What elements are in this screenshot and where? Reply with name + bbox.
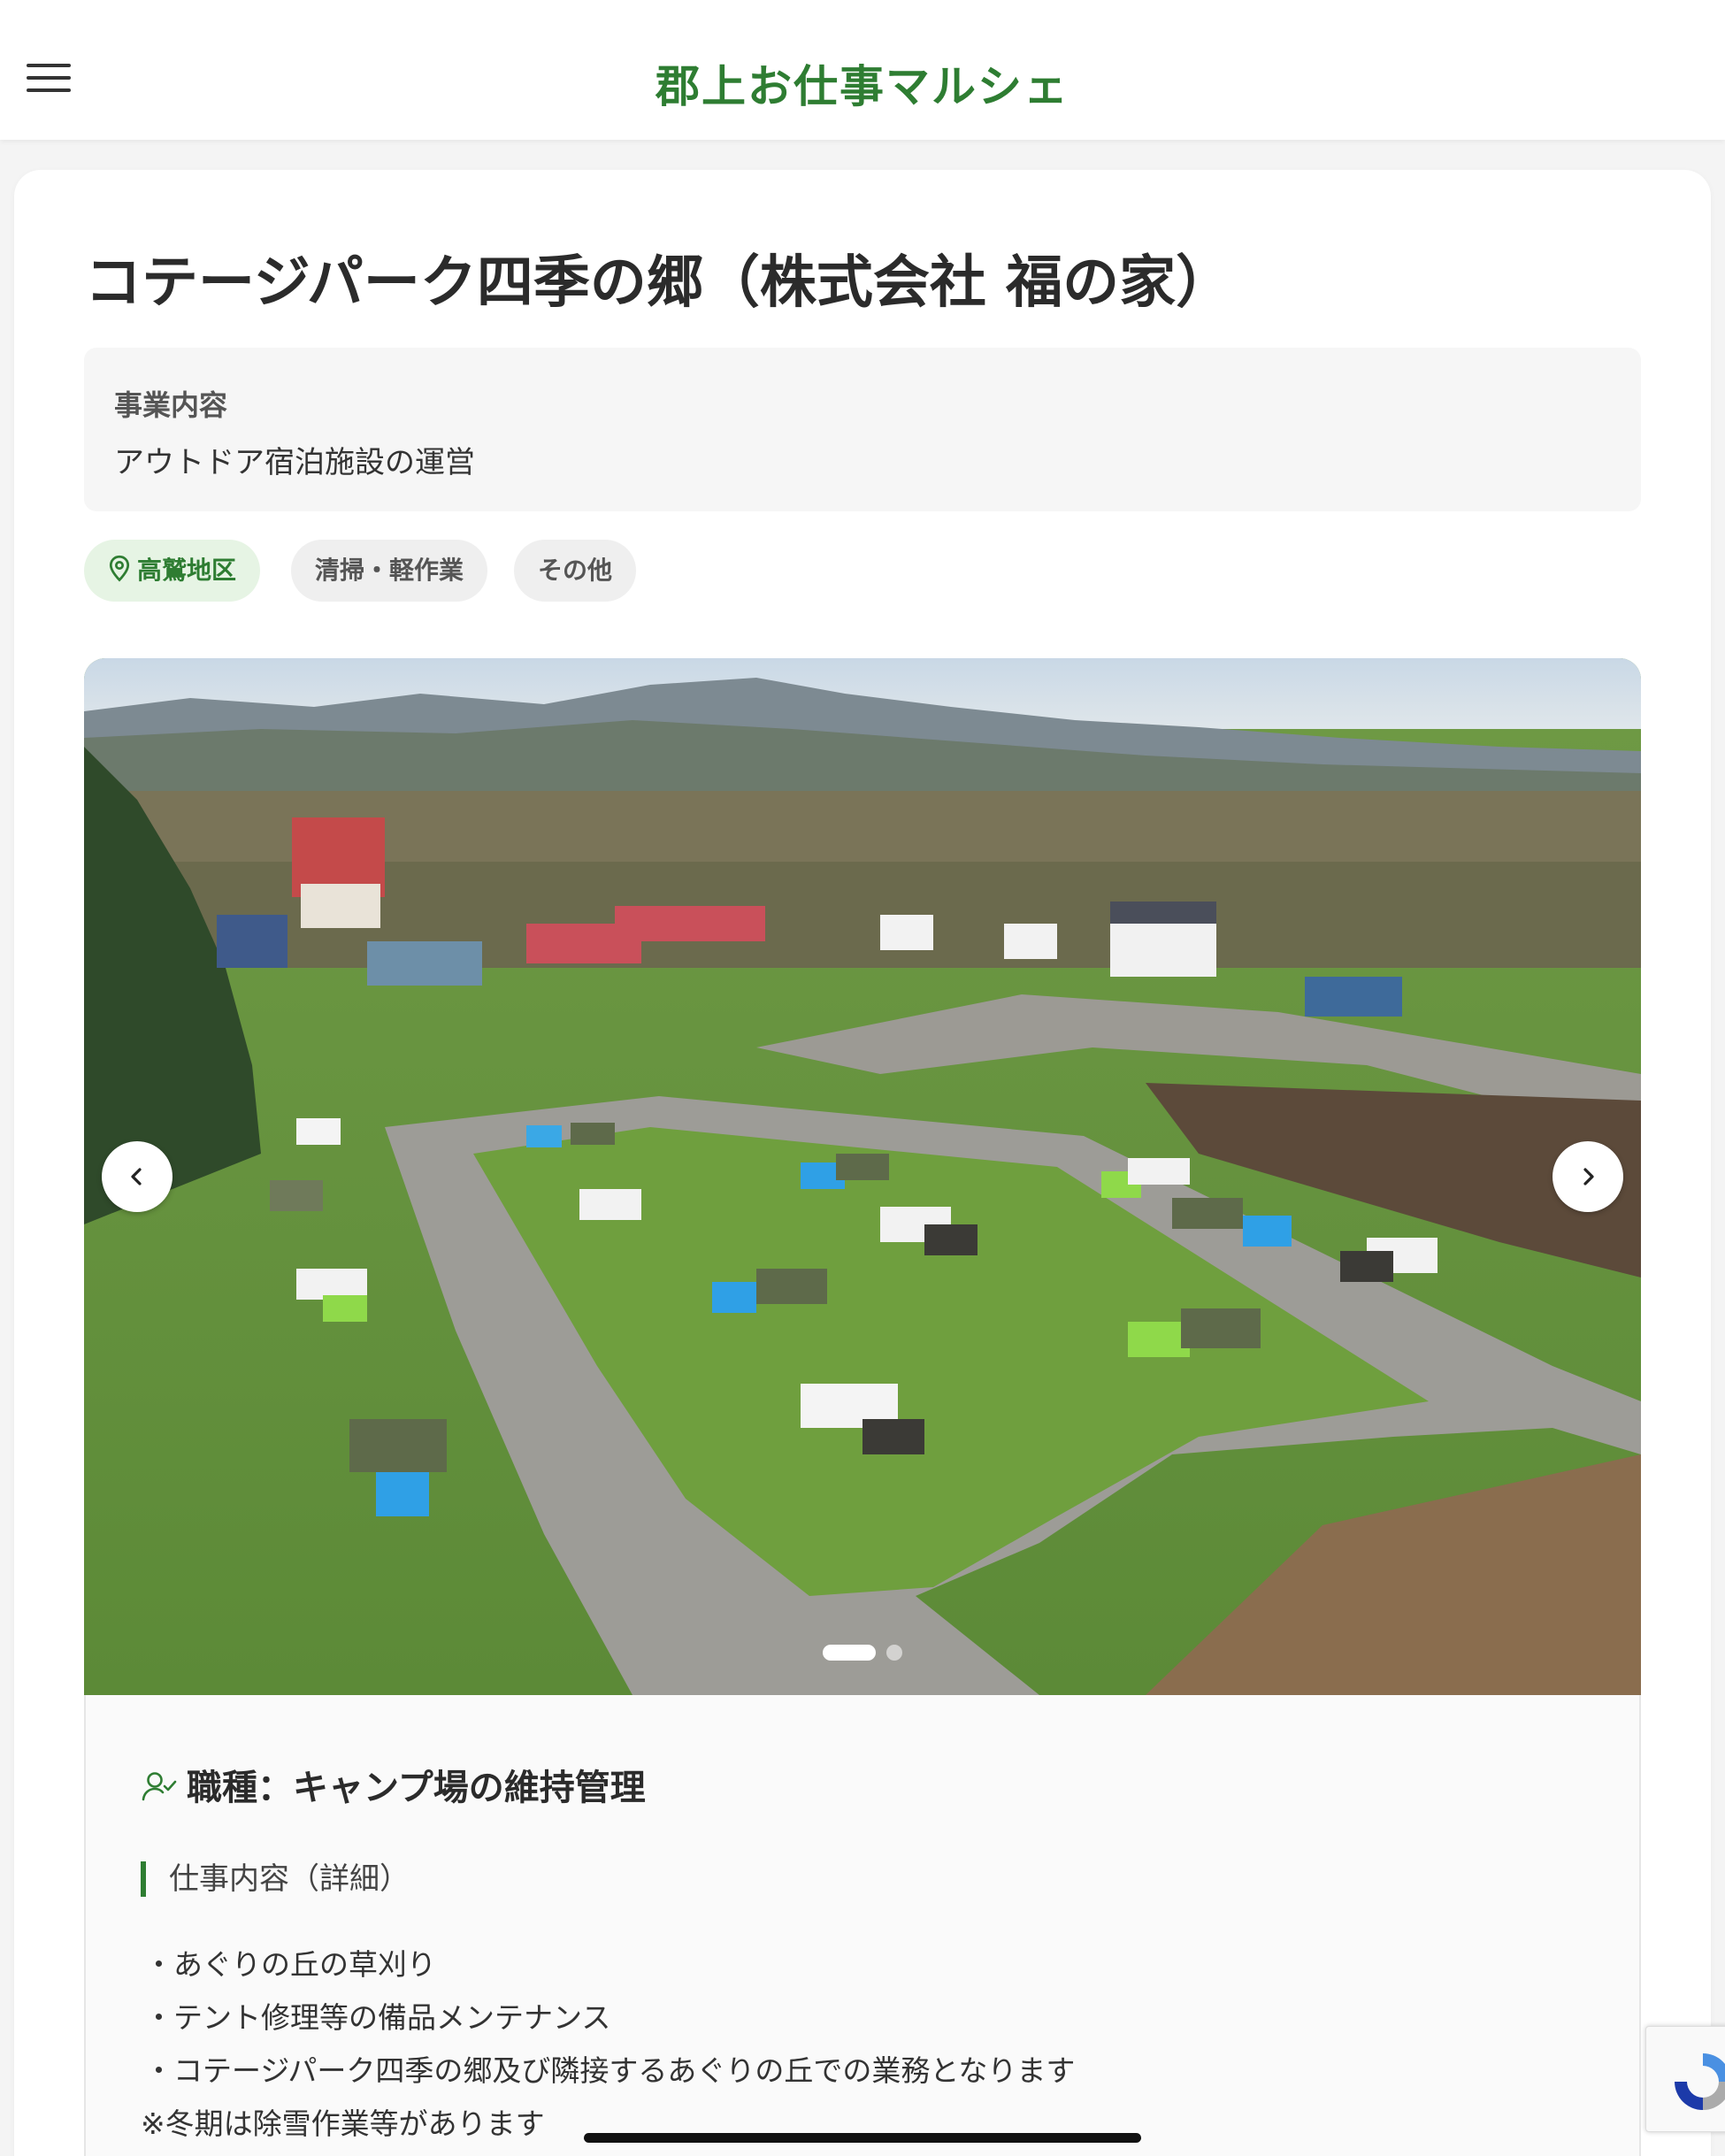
photo-carousel[interactable] [84,658,1641,1695]
location-tag-label: 高鷲地区 [137,556,237,585]
business-value: アウトドア宿泊施設の運営 [114,445,475,480]
duty-item: ・テント修理等の備品メンテナンス [144,2000,611,2035]
winter-note: ※冬期は除雪作業等があります [141,2106,545,2141]
app-title[interactable]: 郡上お仕事マルシェ [0,51,1725,115]
business-info-box: 事業内容 アウトドア宿泊施設の運営 [84,348,1641,511]
recaptcha-badge[interactable] [1645,2026,1725,2132]
other-tag-label: その他 [538,556,613,585]
job-title-text: 職種：キャンプ場の維持管理 [187,1768,646,1808]
home-indicator [584,2133,1141,2143]
map-pin-icon [109,555,130,582]
other-tag[interactable]: その他 [514,540,637,602]
chevron-left-icon [131,1168,142,1185]
duty-item: ・あぐりの丘の草刈り [144,1947,436,1982]
business-label: 事業内容 [114,388,228,422]
company-name: コテージパーク四季の郷（株式会社 福の家） [85,250,1233,316]
carousel-next-button[interactable] [1552,1141,1623,1212]
carousel-prev-button[interactable] [102,1141,172,1212]
work-detail-heading: 仕事内容（詳細） [141,1861,410,1897]
person-check-icon [142,1772,177,1801]
campsite-aerial-photo [84,658,1641,1695]
category-tag[interactable]: 清掃・軽作業 [291,540,488,602]
carousel-dot[interactable] [886,1644,902,1661]
carousel-dot-active[interactable] [823,1644,876,1661]
carousel-pagination [84,1643,1641,1661]
recaptcha-icon [1675,2053,1725,2110]
job-detail-section: 職種：キャンプ場の維持管理 仕事内容（詳細） ・あぐりの丘の草刈り ・テント修理… [84,1695,1641,2156]
category-tag-label: 清掃・軽作業 [315,556,464,585]
job-title: 職種：キャンプ場の維持管理 [141,1759,646,1810]
duty-item: ・コテージパーク四季の郷及び隣接するあぐりの丘での業務となります [144,2053,1076,2088]
location-tag[interactable]: 高鷲地区 [84,540,261,602]
app-header: 郡上お仕事マルシェ [0,0,1725,140]
chevron-right-icon [1583,1168,1594,1185]
